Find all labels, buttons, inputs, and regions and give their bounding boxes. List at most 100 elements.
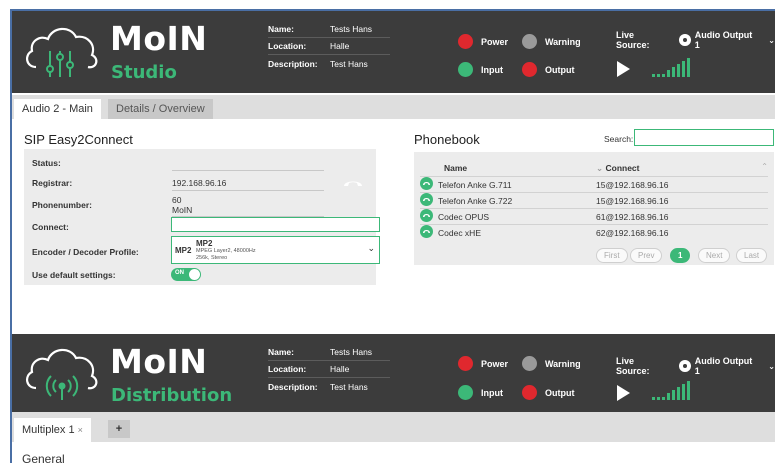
next-page-button[interactable]: Next [698,248,731,263]
name-value: Tests Hans [330,24,373,34]
input-dot-icon [458,385,473,400]
output-indicator: Output [522,385,575,400]
call-icon[interactable] [420,209,433,222]
location-label: Location: [268,41,307,51]
phonenumber-name: MoIN [172,205,193,215]
live-source-select[interactable]: Live Source: Audio Output 1 ⌄ [616,30,775,50]
power-dot-icon [458,34,473,49]
page-1-button[interactable]: 1 [670,248,691,263]
studio-logo: MoIN Studio [22,17,242,87]
distribution-header: MoIN Distribution Name: Tests Hans Locati… [12,334,775,412]
tab-bar: Audio 2 - Main Details / Overview [12,95,775,119]
product-name: Studio [111,62,177,83]
output-indicator: Output [522,62,575,77]
warning-indicator: Warning [522,34,581,49]
location-label: Location: [268,364,307,374]
add-tab-button[interactable]: + [108,420,130,438]
call-icon[interactable] [420,193,433,206]
phonebook-title: Phonebook [414,132,480,147]
first-page-button[interactable]: First [596,248,628,263]
registrar-value: 192.168.96.16 [172,178,227,188]
connect-input[interactable] [171,217,380,232]
live-source-label: Live Source: [616,30,650,50]
col-name-header[interactable]: Name [444,163,467,173]
cloud-broadcast-icon [26,348,98,400]
contact-name: Telefon Anke G.711 [438,176,596,193]
app-window: MoIN Studio Name: Tests Hans Location: Hal… [10,9,775,463]
output-label: Output [545,64,575,75]
contact-name: Telefon Anke G.722 [438,192,596,209]
profile-label: Encoder / Decoder Profile: [32,247,139,257]
hangup-icon[interactable] [342,178,364,188]
cloud-mixer-icon [26,27,98,77]
table-row[interactable]: Codec xHE 62@192.168.96.16 [420,224,768,240]
contact-name: Codec xHE [438,224,596,240]
description-value: Test Hans [330,58,368,69]
connect-label: Connect: [32,222,69,232]
play-icon[interactable] [617,385,630,401]
search-label: Search: [604,134,634,144]
device-info: Name: Tests Hans Location: Halle Descripti… [268,344,390,395]
power-label: Power [481,36,509,47]
col-connect-header[interactable]: ⌄ Connect [596,163,639,174]
tab-audio-main[interactable]: Audio 2 - Main [14,99,101,119]
phonebook-table: Telefon Anke G.711 15@192.168.96.16 Telefo… [420,176,768,240]
live-source-select[interactable]: Live Source: Audio Output 1 ⌄ [616,356,775,376]
chevron-down-icon: ⌄ [768,35,775,45]
live-source-value: Audio Output 1 [694,356,753,376]
profile-detail-2: 256k, Stereo [196,255,228,261]
input-dot-icon [458,62,473,77]
input-indicator: Input [458,62,503,77]
status-label: Status: [32,158,61,168]
search-input[interactable] [634,129,774,146]
chevron-down-icon: ⌄ [367,243,375,253]
distribution-logo: MoIN Distribution [22,340,242,410]
device-info: Name: Tests Hans Location: Halle Descripti… [268,21,390,72]
name-value: Tests Hans [330,347,373,357]
level-meter [652,380,690,400]
tab-details-overview[interactable]: Details / Overview [108,99,213,119]
profile-select[interactable]: MP2 MP2 MPEG Layer2, 48000Hz 256k, Stere… [171,236,380,264]
output-dot-icon [522,385,537,400]
sip-panel: Status: Registrar: 192.168.96.16 Phonenu… [24,149,380,285]
profile-name: MP2 [196,239,213,248]
gear-icon [679,360,691,372]
call-icon[interactable] [420,225,433,238]
tab-multiplex-1[interactable]: Multiplex 1 × [14,418,91,442]
power-indicator: Power [458,34,508,49]
description-label: Description: [268,58,318,69]
profile-detail-1: MPEG Layer2, 48000Hz [196,248,256,254]
call-icon[interactable] [420,177,433,190]
input-label: Input [481,64,503,75]
warning-dot-icon [522,356,537,371]
warning-label: Warning [545,358,581,369]
table-row[interactable]: Codec OPUS 61@192.168.96.16 [420,208,768,225]
warning-indicator: Warning [522,356,581,371]
play-icon[interactable] [617,61,630,77]
power-label: Power [481,358,509,369]
level-meter [652,57,690,77]
location-value: Halle [330,364,350,374]
phonenumber-label: Phonenumber: [32,200,92,210]
close-icon[interactable]: × [78,425,83,435]
sip-title: SIP Easy2Connect [24,132,133,147]
default-settings-toggle[interactable]: ON [171,268,201,281]
name-label: Name: [268,24,294,34]
description-value: Test Hans [330,381,368,392]
last-page-button[interactable]: Last [736,248,768,263]
warning-label: Warning [545,36,581,47]
table-row[interactable]: Telefon Anke G.722 15@192.168.96.16 [420,192,768,209]
registrar-label: Registrar: [32,178,73,188]
gear-icon [679,34,691,46]
contact-connect: 62@192.168.96.16 [596,224,768,240]
studio-header: MoIN Studio Name: Tests Hans Location: Hal… [12,11,775,93]
table-row[interactable]: Telefon Anke G.711 15@192.168.96.16 [420,176,768,193]
prev-page-button[interactable]: Prev [630,248,663,263]
contact-connect: 61@192.168.96.16 [596,208,768,225]
output-dot-icon [522,62,537,77]
brand-name: MoIN [110,19,208,58]
description-label: Description: [268,381,318,392]
live-source-label: Live Source: [616,356,650,376]
profile-code: MP2 [175,246,192,255]
contact-name: Codec OPUS [438,208,596,225]
